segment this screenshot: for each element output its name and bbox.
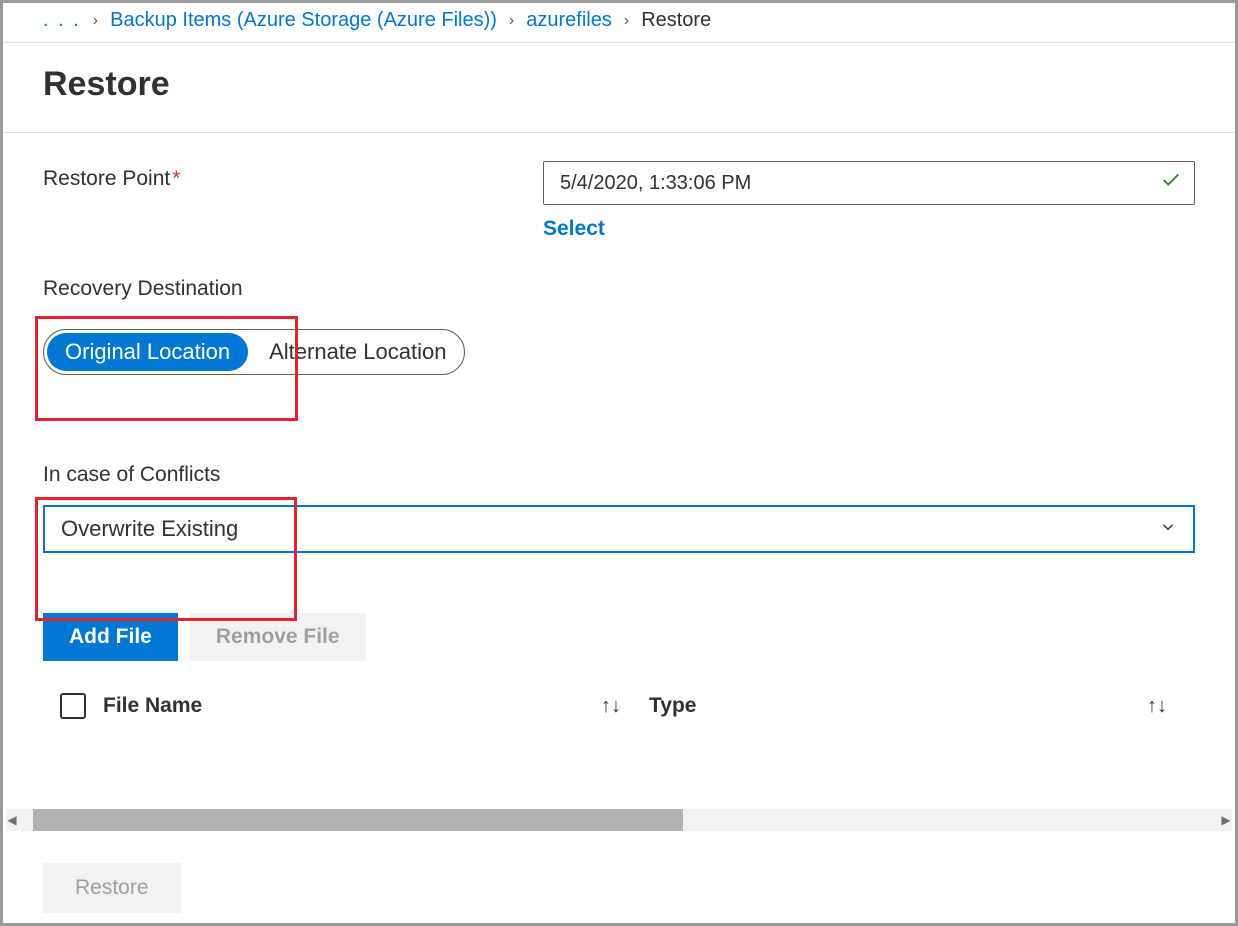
column-type[interactable]: Type ↑↓ (649, 694, 1195, 718)
breadcrumb-backup-items[interactable]: Backup Items (Azure Storage (Azure Files… (110, 9, 497, 32)
breadcrumb-current: Restore (641, 9, 711, 32)
remove-file-button: Remove File (190, 613, 366, 661)
scrollbar-thumb[interactable] (33, 809, 683, 831)
breadcrumb-ellipsis[interactable]: . . . (43, 9, 81, 32)
scroll-right-arrow-icon[interactable]: ▶ (1220, 813, 1232, 827)
recovery-destination-toggle[interactable]: Original Location Alternate Location (43, 329, 465, 375)
chevron-right-icon: › (93, 12, 98, 30)
chevron-right-icon: › (509, 12, 514, 30)
conflicts-label: In case of Conflicts (43, 463, 1195, 487)
recovery-destination-label: Recovery Destination (43, 277, 1195, 301)
checkmark-icon (1160, 169, 1182, 197)
horizontal-scrollbar[interactable]: ◀ ▶ (6, 809, 1232, 831)
restore-point-input[interactable]: 5/4/2020, 1:33:06 PM (543, 161, 1195, 205)
restore-button: Restore (43, 863, 181, 913)
restore-point-label: Restore Point* (43, 161, 543, 191)
chevron-right-icon: › (624, 12, 629, 30)
chevron-down-icon (1159, 516, 1177, 542)
page-title: Restore (3, 43, 1235, 133)
restore-point-value: 5/4/2020, 1:33:06 PM (560, 172, 751, 195)
scroll-left-arrow-icon[interactable]: ◀ (6, 813, 18, 827)
sort-icon: ↑↓ (1147, 695, 1167, 718)
required-star-icon: * (172, 167, 180, 190)
column-filename[interactable]: File Name ↑↓ (103, 694, 649, 718)
conflicts-dropdown[interactable]: Overwrite Existing (43, 505, 1195, 553)
sort-icon: ↑↓ (601, 695, 621, 718)
add-file-button[interactable]: Add File (43, 613, 178, 661)
toggle-original-location[interactable]: Original Location (47, 333, 248, 371)
select-all-checkbox[interactable] (60, 693, 86, 719)
conflicts-value: Overwrite Existing (61, 516, 238, 542)
file-table-header: File Name ↑↓ Type ↑↓ (43, 693, 1195, 719)
select-link[interactable]: Select (543, 217, 605, 241)
breadcrumb-azurefiles[interactable]: azurefiles (526, 9, 612, 32)
toggle-alternate-location[interactable]: Alternate Location (251, 330, 464, 374)
breadcrumb: . . . › Backup Items (Azure Storage (Azu… (3, 3, 1235, 43)
